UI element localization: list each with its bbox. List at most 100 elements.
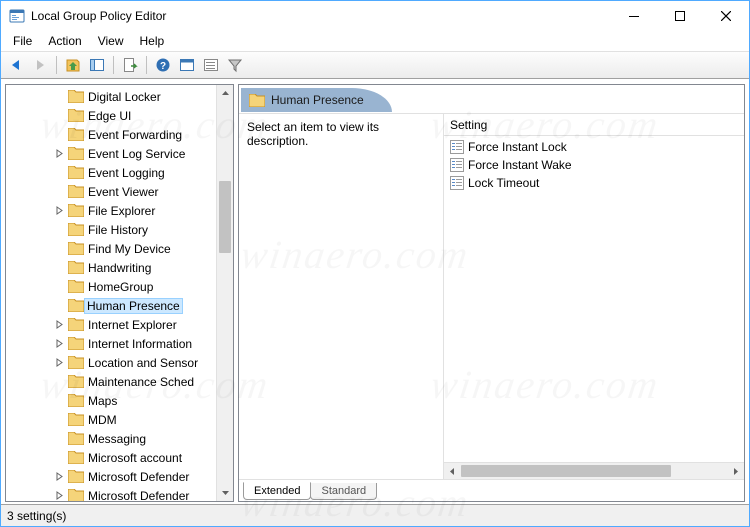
tree-item[interactable]: Event Logging <box>6 163 216 182</box>
tree-item[interactable]: HomeGroup <box>6 277 216 296</box>
tree-item[interactable]: Messaging <box>6 429 216 448</box>
folder-icon <box>68 356 84 369</box>
expander-icon[interactable] <box>54 320 64 330</box>
tree-item[interactable]: Maintenance Sched <box>6 372 216 391</box>
folder-icon <box>68 299 84 312</box>
tree-item-label: Microsoft Defender <box>87 489 190 502</box>
menu-view[interactable]: View <box>90 32 132 50</box>
details-heading-row: Human Presence <box>239 85 744 113</box>
setting-icon <box>450 158 464 172</box>
expander-icon[interactable] <box>54 339 64 349</box>
forward-button[interactable] <box>29 54 51 76</box>
tree-item[interactable]: File Explorer <box>6 201 216 220</box>
tree-item-label: File History <box>87 223 149 237</box>
description-text: Select an item to view its description. <box>247 120 379 148</box>
setting-item[interactable]: Force Instant Wake <box>444 156 744 174</box>
tree-item[interactable]: Human Presence <box>6 296 216 315</box>
folder-icon <box>68 147 84 160</box>
setting-item[interactable]: Force Instant Lock <box>444 138 744 156</box>
export-list-button[interactable] <box>119 54 141 76</box>
tree-item[interactable]: Microsoft Defender <box>6 486 216 501</box>
filter-button[interactable] <box>224 54 246 76</box>
folder-icon <box>68 166 84 179</box>
expander-icon[interactable] <box>54 149 64 159</box>
back-button[interactable] <box>5 54 27 76</box>
menu-action[interactable]: Action <box>40 32 89 50</box>
details-pane: Human Presence Select an item to view it… <box>238 84 745 502</box>
folder-icon <box>68 90 84 103</box>
tab-standard[interactable]: Standard <box>310 483 377 500</box>
show-hide-tree-button[interactable] <box>86 54 108 76</box>
tree-item[interactable]: Maps <box>6 391 216 410</box>
horizontal-scrollbar[interactable] <box>444 462 744 479</box>
tree-item-label: Messaging <box>87 432 147 446</box>
scroll-down-arrow[interactable] <box>217 484 233 501</box>
properties-button[interactable] <box>176 54 198 76</box>
folder-icon <box>68 242 84 255</box>
tree-item[interactable]: Handwriting <box>6 258 216 277</box>
help-button[interactable]: ? <box>152 54 174 76</box>
tree: Digital Locker Edge UI Event Forwarding Eve… <box>6 85 216 501</box>
tree-item[interactable]: Event Forwarding <box>6 125 216 144</box>
folder-icon <box>68 470 84 483</box>
folder-icon <box>68 451 84 464</box>
statusbar: 3 setting(s) <box>1 504 749 526</box>
svg-text:?: ? <box>160 61 166 72</box>
tree-item[interactable]: Event Log Service <box>6 144 216 163</box>
minimize-button[interactable] <box>611 1 657 31</box>
scroll-right-arrow[interactable] <box>727 463 744 480</box>
folder-icon <box>249 94 265 107</box>
menu-help[interactable]: Help <box>132 32 173 50</box>
scroll-thumb-horizontal[interactable] <box>461 465 671 477</box>
tree-item-label: Maps <box>87 394 118 408</box>
expander-icon[interactable] <box>54 206 64 216</box>
all-settings-button[interactable] <box>200 54 222 76</box>
folder-icon <box>68 394 84 407</box>
settings-list: Force Instant Lock Force Instant Wake Lock… <box>444 136 744 462</box>
scroll-up-arrow[interactable] <box>217 85 233 102</box>
scroll-left-arrow[interactable] <box>444 463 461 480</box>
folder-icon <box>68 432 84 445</box>
setting-label: Force Instant Wake <box>468 158 572 172</box>
tree-item[interactable]: Internet Information <box>6 334 216 353</box>
details-tabs: Extended Standard <box>239 479 744 501</box>
scroll-thumb[interactable] <box>219 181 231 253</box>
column-header-setting[interactable]: Setting <box>444 114 744 136</box>
menu-file[interactable]: File <box>5 32 40 50</box>
tree-item-label: Edge UI <box>87 109 132 123</box>
folder-icon <box>68 261 84 274</box>
tree-item[interactable]: MDM <box>6 410 216 429</box>
tree-item[interactable]: File History <box>6 220 216 239</box>
details-heading-text: Human Presence <box>271 93 364 107</box>
details-heading-tab: Human Presence <box>241 88 392 112</box>
tab-extended[interactable]: Extended <box>243 482 311 500</box>
tree-item[interactable]: Microsoft account <box>6 448 216 467</box>
expander-icon[interactable] <box>54 491 64 501</box>
folder-icon <box>68 128 84 141</box>
maximize-button[interactable] <box>657 1 703 31</box>
tree-item[interactable]: Internet Explorer <box>6 315 216 334</box>
tree-item[interactable]: Event Viewer <box>6 182 216 201</box>
up-button[interactable] <box>62 54 84 76</box>
setting-item[interactable]: Lock Timeout <box>444 174 744 192</box>
folder-icon <box>68 318 84 331</box>
tree-item-label: Microsoft account <box>87 451 183 465</box>
tree-item[interactable]: Microsoft Defender <box>6 467 216 486</box>
tree-item[interactable]: Edge UI <box>6 106 216 125</box>
close-button[interactable] <box>703 1 749 31</box>
tree-item-label: Location and Sensor <box>87 356 199 370</box>
folder-icon <box>68 109 84 122</box>
tree-item[interactable]: Location and Sensor <box>6 353 216 372</box>
expander-icon[interactable] <box>54 472 64 482</box>
tree-item[interactable]: Digital Locker <box>6 87 216 106</box>
vertical-scrollbar[interactable] <box>216 85 233 501</box>
tree-item-label: Event Log Service <box>87 147 186 161</box>
setting-label: Lock Timeout <box>468 176 539 190</box>
toolbar-separator <box>113 56 114 74</box>
expander-icon[interactable] <box>54 358 64 368</box>
settings-column: Setting Force Instant LockForce Instant … <box>443 114 744 479</box>
titlebar: Local Group Policy Editor <box>1 1 749 31</box>
tree-item[interactable]: Find My Device <box>6 239 216 258</box>
setting-icon <box>450 140 464 154</box>
app-window: Local Group Policy Editor File Action Vi… <box>0 0 750 527</box>
